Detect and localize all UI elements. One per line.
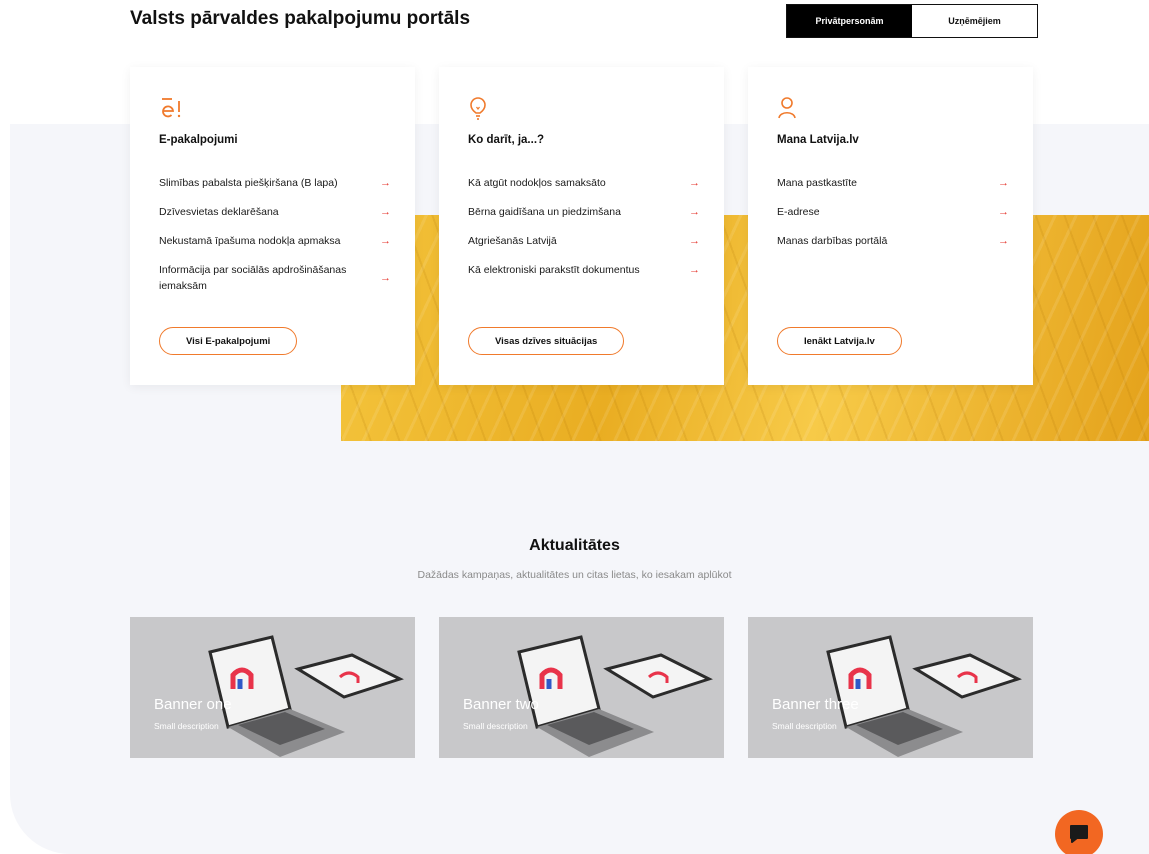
e-service-icon: [159, 96, 181, 122]
link-label: Atgriešanās Latvijā: [468, 235, 557, 247]
card-title: Ko darīt, ja...?: [468, 134, 545, 146]
arrow-right-icon: →: [689, 264, 700, 276]
arrow-right-icon: →: [689, 177, 700, 189]
news-section-title: Aktualitātes: [529, 537, 620, 554]
link-label: Nekustamā īpašuma nodokļa apmaksa: [159, 235, 341, 247]
chat-button[interactable]: [1055, 810, 1103, 854]
link-label: E-adrese: [777, 206, 820, 218]
link-label: Dzīvesvietas deklarēšana: [159, 206, 279, 218]
arrow-right-icon: →: [380, 206, 391, 218]
card-my-latvija: Mana Latvija.lv Mana pastkastīte → E-adr…: [748, 67, 1033, 385]
card-link[interactable]: Informācija par sociālās apdrošināšanas …: [159, 262, 391, 294]
card-title: Mana Latvija.lv: [777, 134, 859, 146]
card-link[interactable]: E-adrese →: [777, 204, 1009, 220]
arrow-right-icon: →: [998, 177, 1009, 189]
all-life-situations-button[interactable]: Visas dzīves situācijas: [468, 327, 625, 355]
arrow-right-icon: →: [380, 235, 391, 247]
user-icon: [777, 96, 799, 122]
card-link[interactable]: Dzīvesvietas deklarēšana →: [159, 204, 391, 220]
banner-title: Banner two: [463, 696, 539, 713]
banner-card[interactable]: Banner two Small description: [439, 617, 724, 758]
devices-illustration: [208, 635, 404, 757]
link-label: Mana pastkastīte: [777, 177, 857, 189]
card-link[interactable]: Kā elektroniski parakstīt dokumentus →: [468, 262, 700, 278]
card-link[interactable]: Mana pastkastīte →: [777, 175, 1009, 191]
devices-illustration: [517, 635, 713, 757]
banner-description: Small description: [154, 721, 219, 731]
arrow-right-icon: →: [998, 235, 1009, 247]
tab-private-persons[interactable]: Privātpersonām: [787, 5, 912, 37]
devices-illustration: [826, 635, 1022, 757]
arrow-right-icon: →: [689, 235, 700, 247]
card-link[interactable]: Kā atgūt nodokļos samaksāto →: [468, 175, 700, 191]
card-link[interactable]: Atgriešanās Latvijā →: [468, 233, 700, 249]
page-title: Valsts pārvaldes pakalpojumu portāls: [130, 8, 471, 29]
card-link[interactable]: Manas darbības portālā →: [777, 233, 1009, 249]
lightbulb-icon: [468, 96, 490, 122]
news-section-subtitle: Dažādas kampaņas, aktualitātes un citas …: [417, 569, 732, 581]
card-life-situations: Ko darīt, ja...? Kā atgūt nodokļos samak…: [439, 67, 724, 385]
link-label: Manas darbības portālā: [777, 235, 888, 247]
all-e-services-button[interactable]: Visi E-pakalpojumi: [159, 327, 298, 355]
arrow-right-icon: →: [380, 177, 391, 189]
link-label: Slimības pabalsta piešķiršana (B lapa): [159, 177, 338, 189]
banner-title: Banner one: [154, 696, 232, 713]
banner-description: Small description: [463, 721, 528, 731]
card-e-services: E-pakalpojumi Slimības pabalsta piešķirš…: [130, 67, 415, 385]
arrow-right-icon: →: [380, 272, 391, 284]
card-link[interactable]: Slimības pabalsta piešķiršana (B lapa) →: [159, 175, 391, 191]
card-title: E-pakalpojumi: [159, 134, 238, 146]
card-link[interactable]: Bērna gaidīšana un piedzimšana →: [468, 204, 700, 220]
audience-switch: Privātpersonām Uzņēmējiem: [786, 4, 1038, 38]
banner-description: Small description: [772, 721, 837, 731]
link-label: Kā elektroniski parakstīt dokumentus: [468, 264, 640, 276]
card-link[interactable]: Nekustamā īpašuma nodokļa apmaksa →: [159, 233, 391, 249]
banner-title: Banner three: [772, 696, 859, 713]
arrow-right-icon: →: [689, 206, 700, 218]
link-label: Bērna gaidīšana un piedzimšana: [468, 206, 621, 218]
banner-card[interactable]: Banner one Small description: [130, 617, 415, 758]
banner-card[interactable]: Banner three Small description: [748, 617, 1033, 758]
link-label: Informācija par sociālās apdrošināšanas …: [159, 264, 347, 292]
tab-businesses[interactable]: Uzņēmējiem: [912, 5, 1037, 37]
arrow-right-icon: →: [998, 206, 1009, 218]
chat-bubble-icon: [1070, 825, 1088, 843]
link-label: Kā atgūt nodokļos samaksāto: [468, 177, 606, 189]
login-latvija-button[interactable]: Ienākt Latvija.lv: [777, 327, 902, 355]
